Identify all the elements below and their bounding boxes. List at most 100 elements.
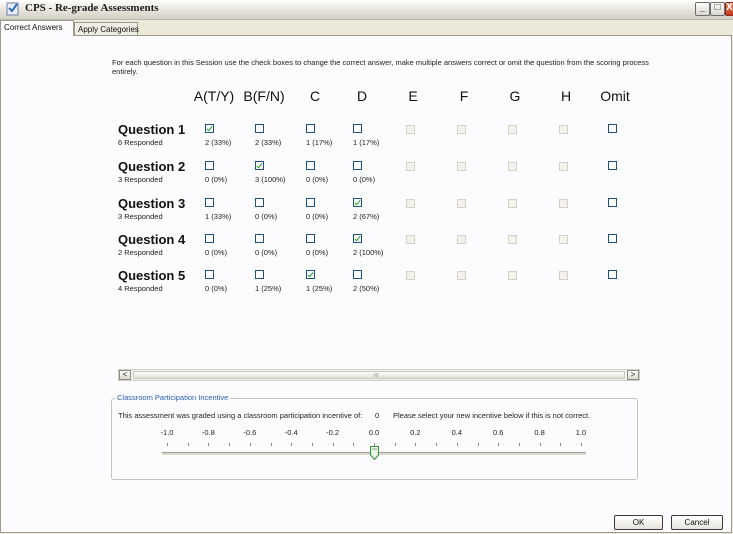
slider-minor-tick	[560, 443, 562, 446]
responded-count: 6 Responded	[118, 138, 163, 147]
select-incentive-text: Please select your new incentive below i…	[393, 411, 591, 420]
answer-checkbox[interactable]	[255, 124, 264, 133]
slider-tick-label: -0.4	[284, 428, 298, 437]
answer-checkbox[interactable]	[255, 198, 264, 207]
slider-minor-tick	[229, 443, 231, 446]
answer-checkbox[interactable]	[353, 270, 362, 279]
omit-checkbox[interactable]	[608, 198, 617, 207]
omit-checkbox[interactable]	[608, 124, 617, 133]
answer-checkbox[interactable]	[205, 124, 214, 133]
answer-percentage: 0 (0%)	[306, 212, 329, 221]
slider-tick-label: -1.0	[160, 428, 174, 437]
question-title: Question 2	[118, 159, 186, 174]
scroll-left-button[interactable]: <	[119, 370, 131, 380]
answer-checkbox[interactable]	[306, 270, 315, 279]
cancel-button[interactable]: Cancel	[671, 515, 723, 530]
answer-percentage: 0 (0%)	[353, 175, 376, 184]
slider-minor-tick	[518, 443, 520, 446]
close-icon: X	[726, 2, 733, 13]
slider-tick-label: -0.8	[201, 428, 215, 437]
answer-checkbox-disabled	[508, 125, 517, 134]
answer-checkbox-disabled	[457, 125, 466, 134]
column-header: A(T/Y)	[193, 88, 235, 104]
column-header: F	[459, 88, 469, 104]
answer-checkbox[interactable]	[353, 161, 362, 170]
question-title: Question 1	[118, 122, 186, 137]
answer-checkbox[interactable]	[306, 124, 315, 133]
slider-tick	[374, 443, 375, 446]
answer-checkbox-disabled	[457, 235, 466, 244]
column-header: E	[408, 88, 418, 104]
slider-thumb[interactable]	[370, 446, 379, 460]
answer-percentage: 2 (33%)	[255, 138, 282, 147]
window-title: CPS - Re-grade Assessments	[25, 2, 159, 14]
slider-minor-tick	[477, 443, 479, 446]
slider-minor-tick	[436, 443, 438, 446]
answer-checkbox[interactable]	[205, 198, 214, 207]
answer-checkbox[interactable]	[255, 234, 264, 243]
slider-minor-tick	[353, 443, 355, 446]
slider-tick	[539, 443, 541, 446]
responded-count: 3 Responded	[118, 175, 163, 184]
answer-checkbox-disabled	[406, 162, 415, 171]
slider-tick-label: 0.8	[534, 428, 545, 437]
answer-checkbox-disabled	[559, 125, 568, 134]
answer-checkbox-disabled	[457, 271, 466, 280]
answer-checkbox[interactable]	[255, 270, 264, 279]
answer-checkbox[interactable]	[353, 198, 362, 207]
answer-checkbox-disabled	[406, 271, 415, 280]
scroll-grip-icon: III	[374, 373, 379, 379]
answer-checkbox[interactable]	[306, 234, 315, 243]
column-header: G	[509, 88, 521, 104]
maximize-button[interactable]: □	[710, 2, 725, 16]
slider-tick	[581, 443, 582, 446]
tab-correct-answers[interactable]: Correct Answers	[0, 20, 74, 36]
close-button[interactable]: X	[725, 2, 733, 16]
answer-checkbox[interactable]	[306, 198, 315, 207]
answer-checkbox[interactable]	[306, 161, 315, 170]
title-bar[interactable]: CPS - Re-grade Assessments _ □ X	[0, 0, 733, 20]
incentive-legend: Classroom Participation Incentive	[115, 393, 231, 402]
answer-checkbox[interactable]	[205, 270, 214, 279]
graded-incentive-text: This assessment was graded using a class…	[118, 411, 363, 420]
column-header: B(F/N)	[243, 88, 285, 104]
answer-checkbox[interactable]	[353, 124, 362, 133]
slider-minor-tick	[311, 443, 313, 446]
answer-checkbox[interactable]	[205, 161, 214, 170]
answer-percentage: 0 (0%)	[205, 284, 228, 293]
slider-tick	[249, 443, 251, 446]
slider-tick-label: 1.0	[575, 428, 587, 437]
horizontal-scrollbar[interactable]: < III >	[118, 369, 640, 381]
slider-tick-label: 0.4	[451, 428, 463, 437]
answer-checkbox[interactable]	[353, 234, 362, 243]
minimize-button[interactable]: _	[695, 2, 710, 16]
answer-checkbox-disabled	[457, 199, 466, 208]
responded-count: 4 Responded	[118, 284, 163, 293]
answer-checkbox-disabled	[508, 162, 517, 171]
omit-checkbox[interactable]	[608, 161, 617, 170]
answer-checkbox-disabled	[406, 235, 415, 244]
slider-tick-label: -0.2	[326, 428, 340, 437]
omit-checkbox[interactable]	[608, 234, 617, 243]
answer-checkbox[interactable]	[255, 161, 264, 170]
column-header: C	[309, 88, 321, 104]
answer-checkbox[interactable]	[205, 234, 214, 243]
answer-checkbox-disabled	[508, 235, 517, 244]
tab-apply-categories[interactable]: Apply Categories	[74, 22, 139, 36]
column-header: Omit	[600, 88, 630, 104]
ok-button[interactable]: OK	[614, 515, 663, 530]
answer-percentage: 1 (25%)	[306, 284, 333, 293]
left-arrow-icon: <	[122, 370, 128, 379]
app-icon	[6, 2, 19, 16]
scroll-thumb[interactable]: III	[133, 371, 625, 379]
answer-percentage: 0 (0%)	[205, 248, 228, 257]
slider-tick	[456, 443, 458, 446]
answer-checkbox-disabled	[406, 199, 415, 208]
responded-count: 2 Responded	[118, 248, 163, 257]
answer-checkbox-disabled	[508, 199, 517, 208]
omit-checkbox[interactable]	[608, 270, 617, 279]
scroll-right-button[interactable]: >	[627, 370, 639, 380]
slider-minor-tick	[187, 443, 189, 446]
answer-percentage: 3 (100%)	[255, 175, 286, 184]
answer-percentage: 0 (0%)	[306, 248, 329, 257]
